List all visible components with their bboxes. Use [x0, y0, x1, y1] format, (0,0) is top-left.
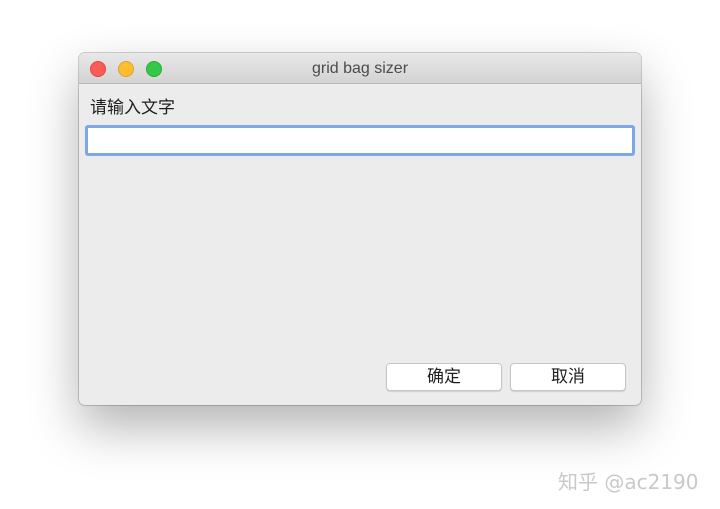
- watermark-text: 知乎 @ac2190: [558, 470, 699, 494]
- dialog-window: grid bag sizer 请输入文字 确定 取消: [79, 53, 641, 405]
- prompt-label: 请输入文字: [90, 98, 175, 118]
- cancel-button[interactable]: 取消: [510, 363, 626, 391]
- screen: grid bag sizer 请输入文字 确定 取消 知乎 @ac2190: [0, 0, 720, 509]
- title-bar[interactable]: grid bag sizer: [79, 53, 641, 84]
- window-title: grid bag sizer: [311, 60, 409, 77]
- text-input-field[interactable]: [85, 125, 635, 156]
- ok-button[interactable]: 确定: [386, 363, 502, 391]
